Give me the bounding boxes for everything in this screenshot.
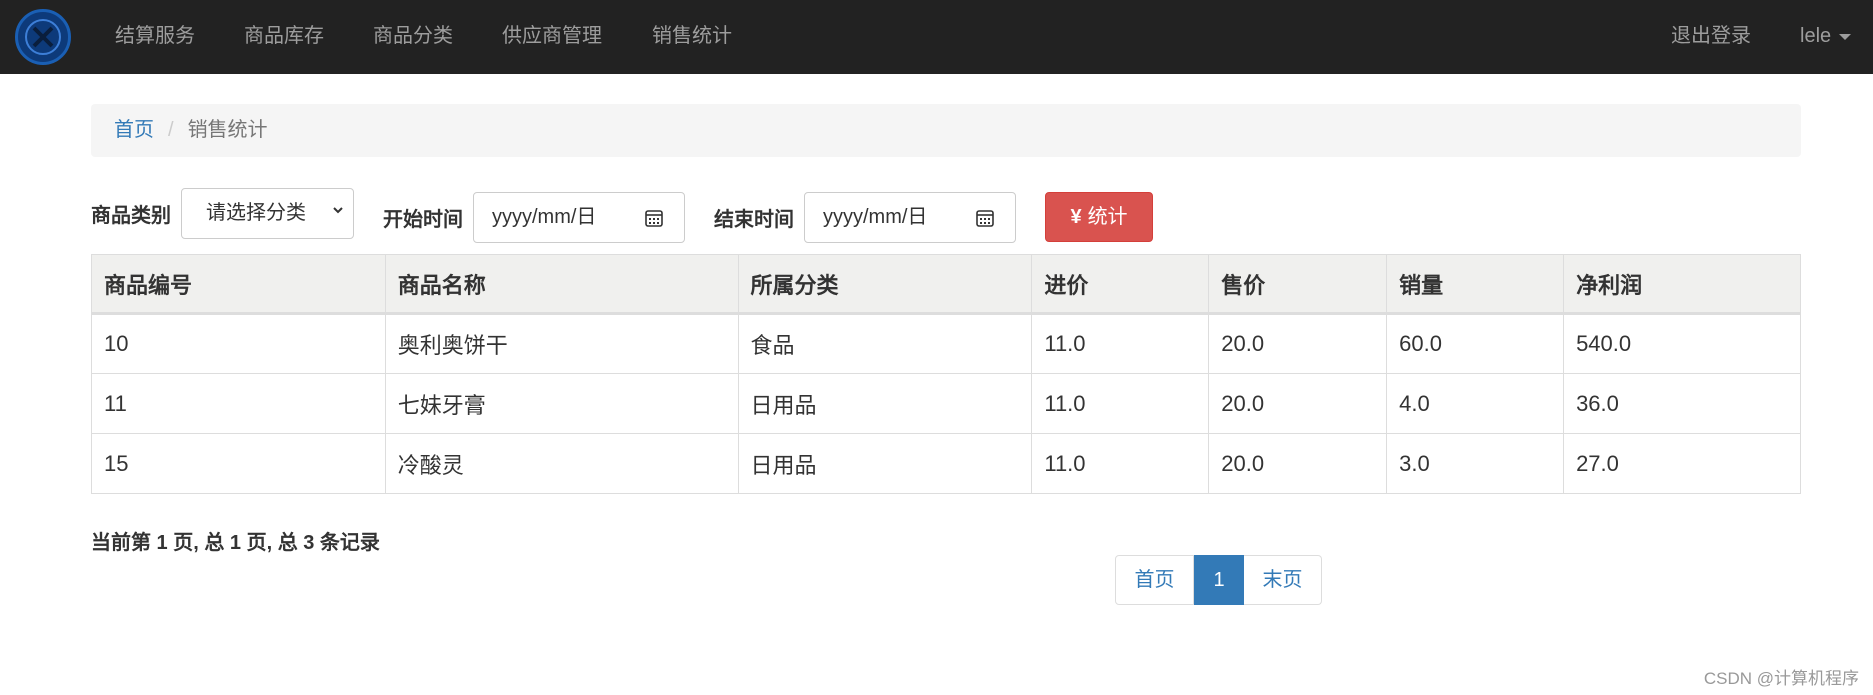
table-cell: 日用品 [737,433,1033,494]
end-date-value: yyyy/mm/日 [823,206,928,228]
table-cell: 11.0 [1031,373,1210,434]
table-cell: 10 [91,313,386,374]
breadcrumb-separator: / [168,119,174,141]
table-cell: 15 [91,433,386,494]
table-cell: 20.0 [1208,373,1388,434]
category-select[interactable]: 请选择分类 [181,188,354,239]
user-menu[interactable]: lele [1800,0,1852,74]
column-header: 商品编号 [91,254,386,315]
pagination-page-1[interactable]: 1 [1194,555,1244,605]
table-cell: 20.0 [1208,433,1388,494]
category-label: 商品类别 [91,205,171,227]
end-time-label: 结束时间 [714,209,794,231]
nav-item-sales-stats[interactable]: 销售统计 [652,0,732,74]
column-header: 所属分类 [737,254,1033,315]
breadcrumb-current: 销售统计 [187,119,268,141]
column-header: 净利润 [1563,254,1801,315]
table-cell: 4.0 [1386,373,1565,434]
pagination: 首页 1 末页 [1115,555,1322,605]
stats-button[interactable]: ¥ 统计 [1045,192,1153,242]
end-date-input[interactable]: yyyy/mm/日 [804,192,1016,243]
table-cell: 七妹牙膏 [384,373,739,434]
table-cell: 11.0 [1031,433,1210,494]
table-row: 11 七妹牙膏 日用品 11.0 20.0 4.0 36.0 [91,373,1801,434]
column-header: 商品名称 [384,254,739,315]
pagination-first[interactable]: 首页 [1115,555,1194,605]
sales-table: 商品编号 商品名称 所属分类 进价 售价 销量 净利润 10 奥利奥饼干 食品 … [91,254,1801,494]
start-date-input[interactable]: yyyy/mm/日 [473,192,685,243]
table-cell: 日用品 [737,373,1033,434]
nav-item-supplier[interactable]: 供应商管理 [502,0,602,74]
table-cell: 36.0 [1563,373,1801,434]
user-name: lele [1800,25,1832,47]
watermark: CSDN @计算机程序 [1703,669,1859,688]
category-select-value: 请选择分类 [206,202,306,224]
nav-item-inventory[interactable]: 商品库存 [244,0,324,74]
table-row: 15 冷酸灵 日用品 11.0 20.0 3.0 27.0 [91,433,1801,494]
column-header: 售价 [1208,254,1388,315]
logout-link[interactable]: 退出登录 [1671,0,1751,74]
table-cell: 60.0 [1386,313,1565,374]
nav-item-category[interactable]: 商品分类 [373,0,453,74]
table-cell: 20.0 [1208,313,1388,374]
calendar-icon[interactable] [644,208,664,228]
yen-icon: ¥ [1070,206,1082,228]
table-cell: 11.0 [1031,313,1210,374]
breadcrumb: 首页 / 销售统计 [91,104,1801,157]
table-cell: 3.0 [1386,433,1565,494]
table-cell: 奥利奥饼干 [384,313,739,374]
chevron-down-icon [333,207,343,214]
stats-button-label: 统计 [1087,206,1128,228]
start-date-value: yyyy/mm/日 [492,206,597,228]
breadcrumb-home-link[interactable]: 首页 [114,119,154,141]
logo[interactable] [15,9,71,65]
nav-item-checkout[interactable]: 结算服务 [115,0,195,74]
table-cell: 食品 [737,313,1033,374]
table-header-row: 商品编号 商品名称 所属分类 进价 售价 销量 净利润 [91,254,1801,315]
top-navbar: 结算服务 商品库存 商品分类 供应商管理 销售统计 退出登录 lele [0,0,1873,74]
page-info: 当前第 1 页, 总 1 页, 总 3 条记录 [91,532,380,554]
start-time-label: 开始时间 [383,209,463,231]
table-row: 10 奥利奥饼干 食品 11.0 20.0 60.0 540.0 [91,313,1801,374]
caret-down-icon [1839,33,1852,40]
table-cell: 冷酸灵 [384,433,739,494]
calendar-icon[interactable] [975,208,995,228]
column-header: 销量 [1386,254,1565,315]
table-cell: 540.0 [1563,313,1801,374]
tools-icon [25,19,61,55]
pagination-last[interactable]: 末页 [1244,555,1322,605]
table-cell: 11 [91,373,386,434]
table-cell: 27.0 [1563,433,1801,494]
column-header: 进价 [1031,254,1210,315]
